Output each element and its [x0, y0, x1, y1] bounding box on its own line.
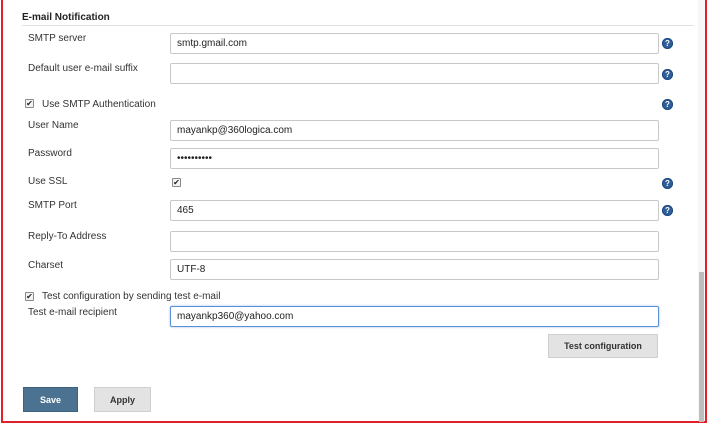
test-config-checkbox[interactable]: ✔ [25, 292, 34, 301]
smtp-port-help-icon[interactable]: ? [662, 205, 673, 216]
smtp-server-input[interactable] [170, 33, 659, 54]
password-label: Password [28, 148, 72, 159]
user-name-label: User Name [28, 120, 79, 131]
smtp-port-input[interactable] [170, 200, 659, 221]
reply-to-label: Reply-To Address [28, 231, 107, 242]
section-title: E-mail Notification [22, 12, 110, 23]
use-ssl-checkbox[interactable]: ✔ [172, 178, 181, 187]
test-config-label: Test configuration by sending test e-mai… [42, 291, 221, 302]
use-ssl-label: Use SSL [28, 176, 68, 187]
default-suffix-label: Default user e-mail suffix [28, 63, 138, 74]
section-divider [22, 25, 694, 26]
smtp-server-help-icon[interactable]: ? [662, 38, 673, 49]
charset-input[interactable] [170, 259, 659, 280]
use-ssl-help-icon[interactable]: ? [662, 178, 673, 189]
password-input[interactable] [170, 148, 659, 169]
default-suffix-input[interactable] [170, 63, 659, 84]
test-recipient-label: Test e-mail recipient [28, 307, 117, 318]
smtp-server-label: SMTP server [28, 33, 87, 44]
user-name-input[interactable] [170, 120, 659, 141]
smtp-port-label: SMTP Port [28, 200, 77, 211]
scrollbar-thumb[interactable] [699, 272, 704, 422]
charset-label: Charset [28, 260, 64, 271]
default-suffix-help-icon[interactable]: ? [662, 69, 673, 80]
apply-button[interactable]: Apply [94, 387, 151, 412]
use-smtp-auth-label: Use SMTP Authentication [42, 99, 156, 110]
use-smtp-auth-checkbox[interactable]: ✔ [25, 99, 34, 108]
test-configuration-button[interactable]: Test configuration [548, 334, 658, 358]
smtp-auth-help-icon[interactable]: ? [662, 99, 673, 110]
reply-to-input[interactable] [170, 231, 659, 252]
test-recipient-input[interactable] [170, 306, 659, 327]
save-button[interactable]: Save [23, 387, 78, 412]
